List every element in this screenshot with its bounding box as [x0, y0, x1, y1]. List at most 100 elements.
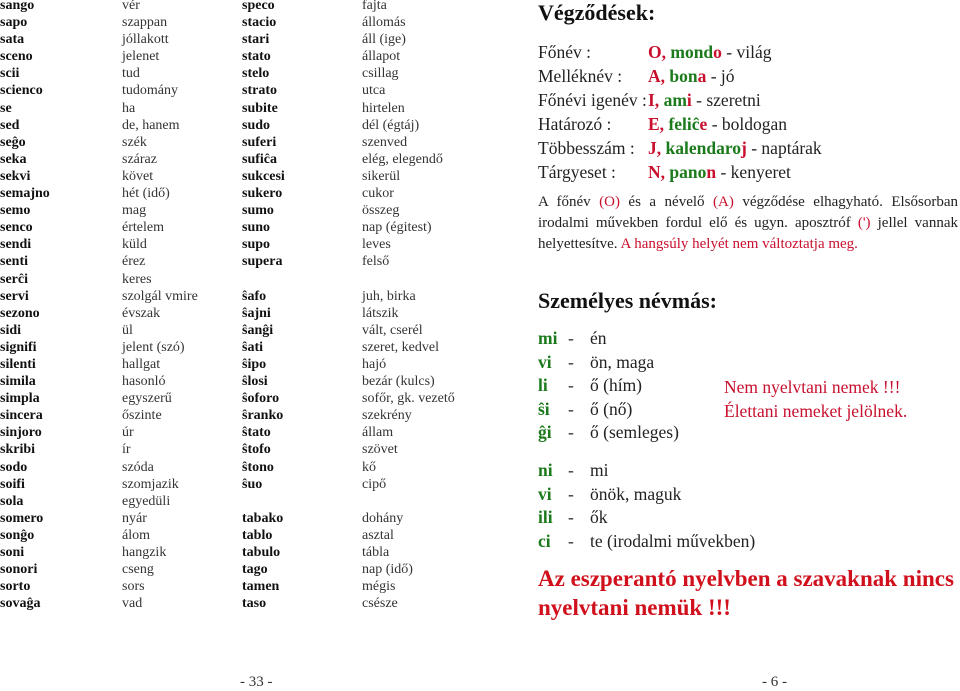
esperanto-word: ŝlosi [242, 374, 268, 390]
pronoun-dash: - [568, 483, 574, 504]
esperanto-word: sinjoro [0, 425, 42, 441]
pronoun-dash: - [568, 460, 574, 480]
hungarian-meaning: álom [122, 527, 150, 543]
hungarian-meaning: hangzik [122, 545, 167, 560]
ending-example: N, panon - kenyeret [648, 160, 791, 184]
pronoun-meaning: ő (semleges) [590, 422, 679, 442]
esperanto-word: ŝati [242, 339, 263, 355]
hungarian-meaning: elég, elegendő [362, 151, 443, 167]
esperanto-word: sonori [0, 562, 38, 578]
esperanto-word: scii [0, 66, 20, 82]
esperanto-word: ŝranko [242, 408, 284, 424]
hungarian-meaning: bezár (kulcs) [362, 374, 435, 390]
ending-letter: E, [648, 114, 665, 134]
pronoun-meaning: önök, maguk [590, 483, 682, 504]
page-number-left: - 33 - [240, 674, 273, 690]
ending-label: Főnévi igenév : [538, 90, 647, 110]
esperanto-word: strato [242, 83, 277, 99]
esperanto-word: simpla [0, 391, 40, 407]
esperanto-word: sekvi [0, 168, 31, 184]
hungarian-meaning: küld [122, 237, 147, 253]
endings-note: A főnév (O) és a névelő (A) végződése el… [538, 192, 958, 255]
esperanto-word: sango [0, 0, 35, 13]
pronoun-dash: - [568, 375, 574, 395]
hungarian-meaning: szolgál vmire [122, 288, 198, 304]
esperanto-word: sumo [242, 203, 274, 219]
esperanto-word: servi [0, 288, 29, 304]
hungarian-meaning: szekrény [362, 408, 412, 424]
ending-letter: O, [648, 42, 666, 62]
hungarian-meaning: hallgat [122, 356, 161, 372]
esperanto-word: taso [242, 596, 267, 612]
hungarian-meaning: sofőr, gk. vezető [362, 391, 455, 407]
esperanto-word: sodo [0, 459, 28, 475]
ending-example: E, feliĉe - boldogan [648, 112, 787, 136]
esperanto-word: suferi [242, 134, 277, 150]
esperanto-word: sonĝo [0, 527, 35, 543]
esperanto-word: sceno [0, 49, 33, 65]
hungarian-meaning: hasonló [122, 374, 166, 390]
ending-example: A, bona - jó [648, 64, 735, 88]
hungarian-meaning: mag [122, 203, 147, 219]
hungarian-meaning: csillag [362, 66, 399, 82]
esperanto-word: sorto [0, 579, 31, 595]
side-note-2: Élettani nemeket jelölnek. [724, 401, 908, 421]
example-meaning: - szeretni [696, 90, 761, 110]
esperanto-word: subite [242, 100, 278, 116]
esperanto-word: ŝtono [242, 459, 274, 475]
hungarian-meaning: felső [362, 254, 390, 270]
hungarian-meaning: cukor [362, 186, 394, 202]
esperanto-word: semajno [0, 186, 50, 202]
hungarian-meaning: tudomány [122, 83, 178, 99]
pronoun-meaning: ön, maga [590, 351, 655, 372]
example-suffix: j [741, 138, 747, 158]
hungarian-meaning: száraz [122, 151, 157, 167]
hungarian-meaning: tábla [362, 545, 390, 560]
hungarian-meaning: kő [362, 459, 376, 475]
pronoun-dash: - [568, 398, 574, 419]
hungarian-meaning: jelent (szó) [122, 339, 185, 355]
hungarian-meaning: érez [122, 254, 146, 270]
hungarian-meaning: juh, birka [362, 288, 416, 304]
example-meaning: - boldogan [711, 114, 788, 134]
hungarian-meaning: állomás [362, 15, 406, 31]
esperanto-word: semo [0, 203, 31, 219]
hungarian-meaning: cipő [362, 476, 387, 492]
esperanto-word: ŝuo [242, 476, 263, 492]
example-suffix: i [686, 90, 692, 110]
esperanto-word: se [0, 100, 12, 116]
esperanto-word: skribi [0, 442, 36, 458]
note-text: A főnév [538, 194, 600, 210]
esperanto-word: sola [0, 493, 24, 509]
hungarian-meaning: követ [122, 168, 154, 184]
esperanto-word: silenti [0, 356, 36, 372]
hungarian-meaning: leves [362, 237, 391, 253]
esperanto-word: scienco [0, 83, 43, 99]
hungarian-meaning: nap (égitest) [362, 220, 432, 236]
esperanto-word: serĉi [0, 271, 28, 287]
example-stem: feliĉ [668, 114, 700, 134]
hungarian-meaning: csésze [362, 596, 398, 612]
hungarian-meaning: jóllakott [122, 32, 169, 48]
pronoun-esperanto: ci [538, 530, 551, 551]
hungarian-meaning: évszak [122, 305, 161, 321]
hungarian-meaning: szék [122, 134, 147, 150]
esperanto-word: sovaĝa [0, 596, 41, 612]
esperanto-word: simila [0, 374, 36, 390]
pronoun-esperanto: ĝi [538, 422, 552, 442]
pronoun-esperanto: ni [538, 460, 553, 480]
example-suffix: n [706, 162, 717, 182]
pronoun-dash: - [568, 328, 574, 348]
hungarian-meaning: szövet [362, 442, 398, 458]
hungarian-meaning: ha [122, 100, 136, 116]
hungarian-meaning: egyszerű [122, 391, 172, 407]
ending-label: Főnév : [538, 42, 591, 62]
esperanto-word: seĝo [0, 134, 26, 150]
hungarian-meaning: ül [122, 322, 133, 338]
pronoun-meaning: ő (nő) [590, 398, 633, 419]
esperanto-word: tabulo [242, 545, 281, 560]
esperanto-word: sezono [0, 305, 40, 321]
pronoun-meaning: mi [590, 460, 609, 480]
hungarian-meaning: vad [122, 596, 143, 612]
example-stem: bon [669, 66, 698, 86]
